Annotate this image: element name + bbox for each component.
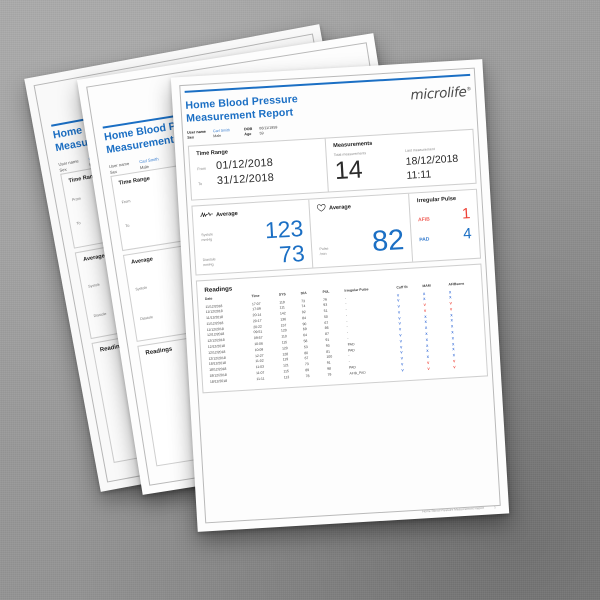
pulse-unit: /min (319, 251, 327, 256)
averages-panel: Average Systole mmHg 123 Diastole mmHg 7… (191, 188, 482, 276)
reading-dia: 78 (305, 373, 310, 378)
heart-icon (317, 204, 327, 215)
reading-sys: 113 (283, 374, 290, 380)
footer-page-number: 1 (493, 505, 496, 510)
page-title: Home Blood Pressure Measurement Report (185, 93, 299, 124)
username-label: User name (186, 129, 207, 135)
last-measurement-date: 18/12/2018 (405, 152, 459, 168)
irregular-pulse-section: Irregular Pulse AFIB 1 PAD 4 (408, 189, 481, 263)
report-sheet-front[interactable]: Home Blood Pressure Measurement Report m… (170, 59, 510, 532)
systole-labels: Systole mmHg (201, 233, 213, 245)
readings-table: Date Time SYS DIA PUL Irregular Pulse Cu… (205, 281, 480, 384)
afib-label: AFIB (417, 216, 430, 224)
ghost-username-value: Carl Smith (138, 156, 159, 165)
diastole-value: 73 (278, 239, 306, 268)
pulse-labels: Pulse /min (319, 246, 329, 258)
last-measurement-block: Last measurement 18/12/2018 11:11 (405, 146, 468, 182)
report-page: Home Blood Pressure Measurement Report m… (171, 59, 509, 532)
reading-time: 11:11 (256, 376, 265, 381)
dob-value: 06/11/1959 (259, 125, 278, 131)
to-value: 31/12/2018 (216, 172, 275, 188)
brand-name: microlife (410, 84, 467, 104)
ghost-username-label: User name (57, 158, 80, 168)
footer-text: Home Blood Pressure Measurement Report (422, 505, 485, 514)
average-bp-heading: Average (215, 210, 239, 218)
dob-label: DOB (243, 126, 253, 132)
pulse-value: 82 (371, 224, 406, 259)
average-pulse-heading-row: Average (317, 199, 403, 214)
time-range-section: Time Range From 01/12/2018 To 31/12/2018 (189, 139, 328, 200)
readings-table-body: 11/12/2018 17:07 119 73 79- V X X 11/12/2018 17:0… (205, 288, 479, 385)
measurements-section: Measurements Total measurements 14 Last … (324, 130, 476, 192)
pad-label: PAD (419, 236, 430, 243)
ghost-username-label: User name (108, 160, 130, 170)
systole-value: 123 (264, 215, 304, 244)
average-pulse-section: Average Pulse /min 82 (308, 193, 413, 269)
sex-value: Male (213, 134, 222, 139)
ghost-to-label: To (125, 223, 130, 229)
user-info-left: User name Carl Smith Sex Male (187, 128, 231, 140)
last-measurement-time: 11:11 (406, 168, 432, 182)
to-label: To (198, 182, 203, 187)
from-value: 01/12/2018 (215, 157, 274, 173)
reading-mam: V (427, 366, 430, 371)
average-bp-section: Average Systole mmHg 123 Diastole mmHg 7… (192, 200, 312, 275)
ghost-to-label: To (76, 221, 81, 226)
average-pulse-heading: Average (328, 204, 352, 212)
reading-cuff-fit: V (401, 368, 404, 373)
afib-value: 1 (461, 205, 471, 223)
age-label: Age (244, 132, 252, 137)
summary-panel: Time Range From 01/12/2018 To 31/12/2018… (187, 129, 477, 201)
readings-panel: Readings Date Time SYS DIA PUL Irregular… (195, 264, 489, 393)
measurements-body: Total measurements 14 Last measurement 1… (334, 146, 469, 186)
microlife-logo: microlife® (410, 84, 472, 104)
diastole-labels: Diastole mmHg (203, 257, 217, 269)
ecg-icon (200, 210, 214, 220)
age-value: 59 (259, 131, 264, 136)
systole-unit: mmHg (201, 237, 213, 243)
total-measurements-block: Total measurements 14 (334, 150, 397, 186)
trademark-mark: ® (466, 86, 472, 93)
reading-pul: 79 (327, 372, 332, 377)
afib-row: AFIB 1 (417, 205, 471, 224)
pulse-row: Pulse /min 82 (318, 224, 406, 259)
user-info-right: DOB 06/11/1959 Age 59 (244, 125, 278, 136)
total-measurements-value: 14 (333, 155, 364, 186)
diastole-row: Diastole mmHg 73 (202, 239, 306, 270)
username-value: Carl Smith (212, 128, 231, 134)
from-label: From (197, 167, 207, 172)
reading-afibsens: V (453, 364, 456, 370)
pad-value: 4 (462, 224, 473, 243)
irregular-pulse-heading: Irregular Pulse (416, 196, 457, 205)
diastole-unit: mmHg (202, 262, 214, 267)
pad-row: PAD 4 (419, 224, 473, 244)
sex-label: Sex (187, 135, 195, 141)
